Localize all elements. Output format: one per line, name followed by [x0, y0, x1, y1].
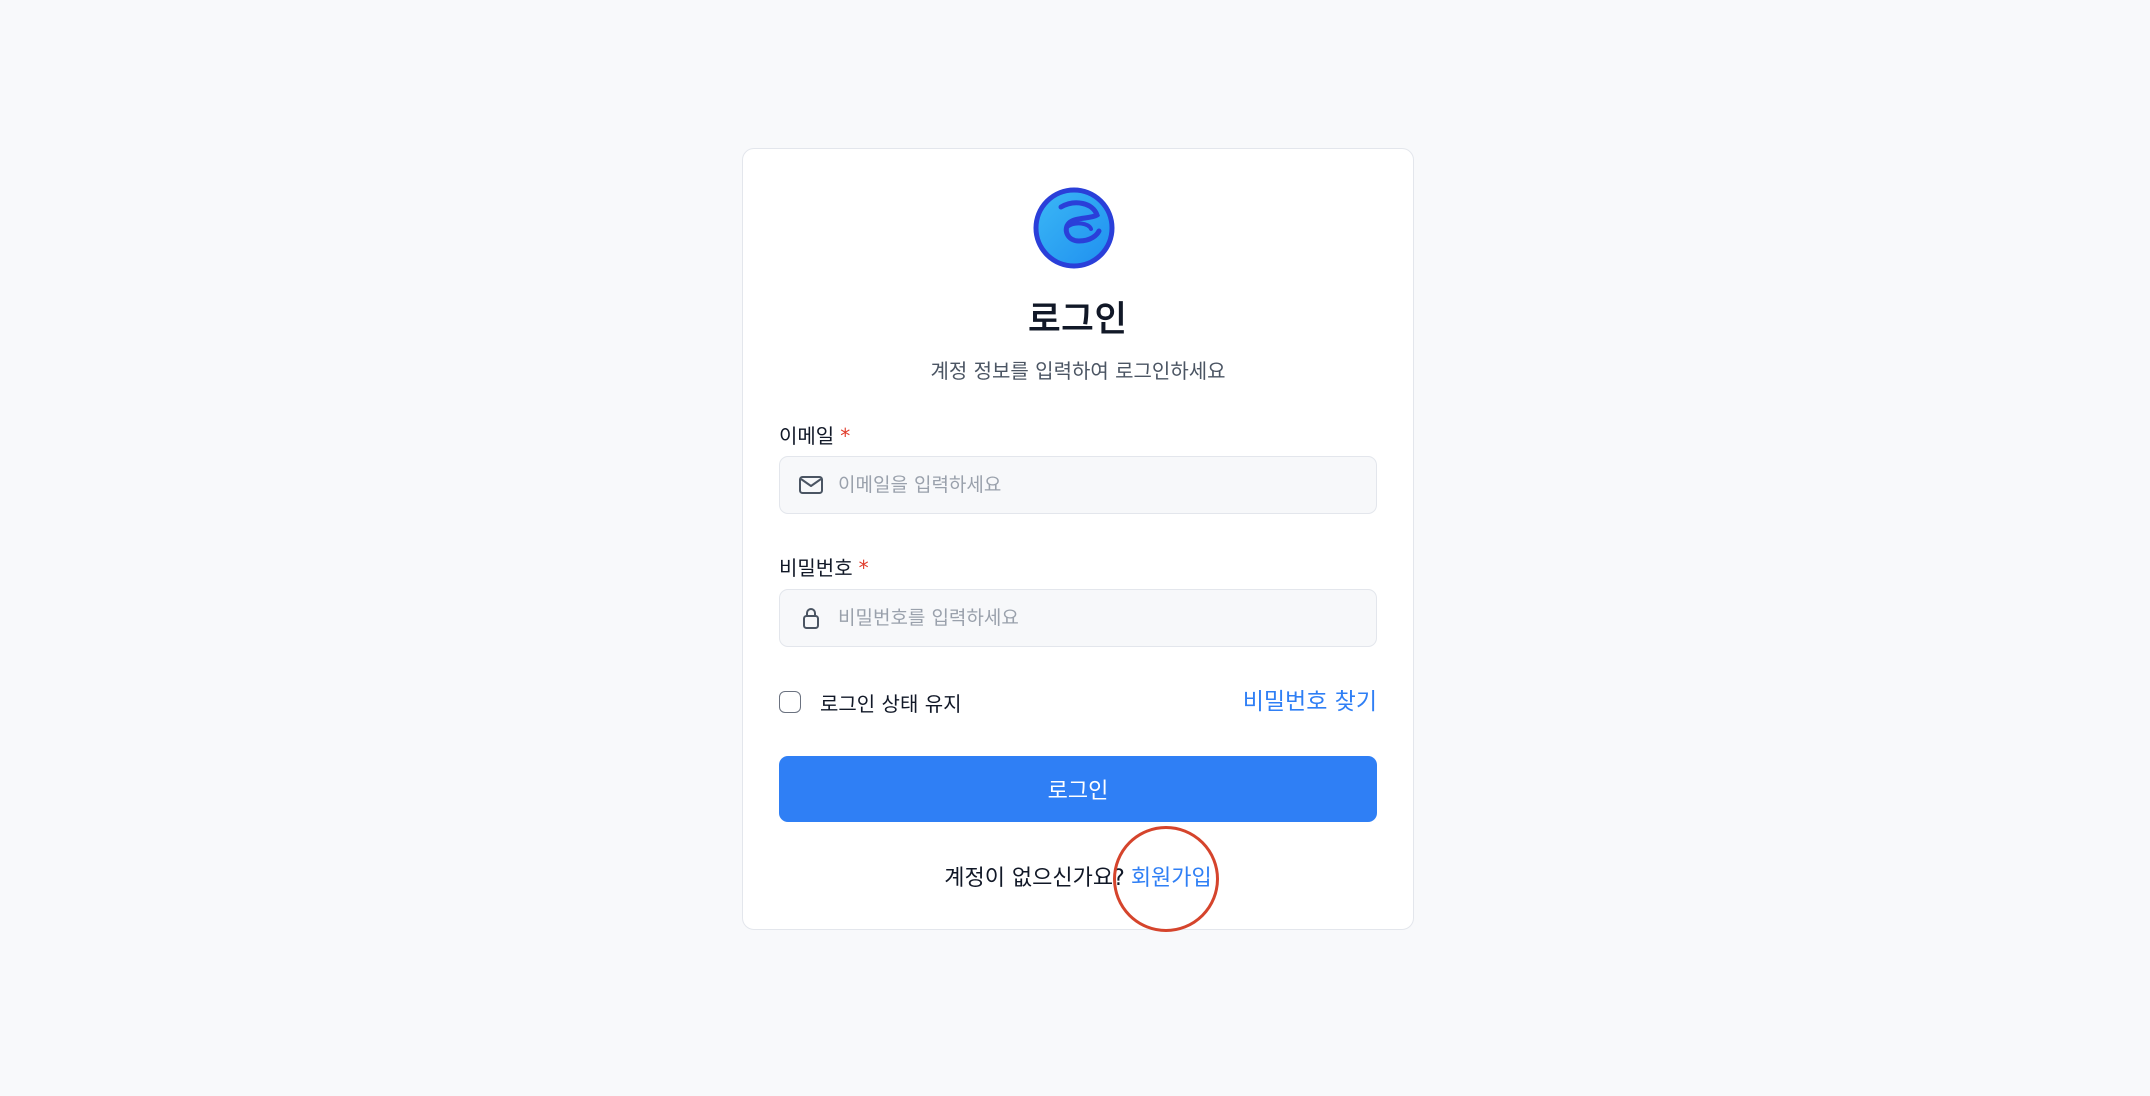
forgot-password-link[interactable]: 비밀번호 찾기: [1243, 687, 1377, 717]
signup-link[interactable]: 회원가입: [1131, 866, 1212, 891]
email-label: 이메일 *: [779, 420, 850, 449]
email-field[interactable]: [779, 456, 1377, 514]
email-label-text: 이메일: [779, 424, 835, 448]
password-field[interactable]: [779, 589, 1377, 647]
page-subtitle: 계정 정보를 입력하여 로그인하세요: [930, 359, 1226, 383]
required-mark: *: [858, 556, 869, 580]
app-logo: [1033, 187, 1115, 269]
password-input[interactable]: [838, 590, 1358, 645]
required-mark: *: [840, 424, 851, 448]
remember-label: 로그인 상태 유지: [820, 691, 962, 716]
remember-checkbox[interactable]: [779, 691, 801, 713]
login-card: 로그인 계정 정보를 입력하여 로그인하세요 이메일* 비밀번호* 로그인 상태…: [742, 148, 1414, 930]
email-input[interactable]: [838, 457, 1358, 512]
page-title: 로그인: [1028, 300, 1128, 340]
signup-prompt: 계정이 없으신가요?: [944, 866, 1125, 891]
password-label-text: 비밀번호: [779, 556, 853, 580]
login-button[interactable]: 로그인: [779, 756, 1377, 822]
mail-icon: [799, 476, 823, 494]
signup-row: 계정이 없으신가요? 회원가입: [743, 860, 1413, 892]
lock-icon: [803, 608, 819, 629]
remember-me[interactable]: 로그인 상태 유지: [779, 687, 962, 717]
password-label: 비밀번호 *: [779, 552, 869, 581]
